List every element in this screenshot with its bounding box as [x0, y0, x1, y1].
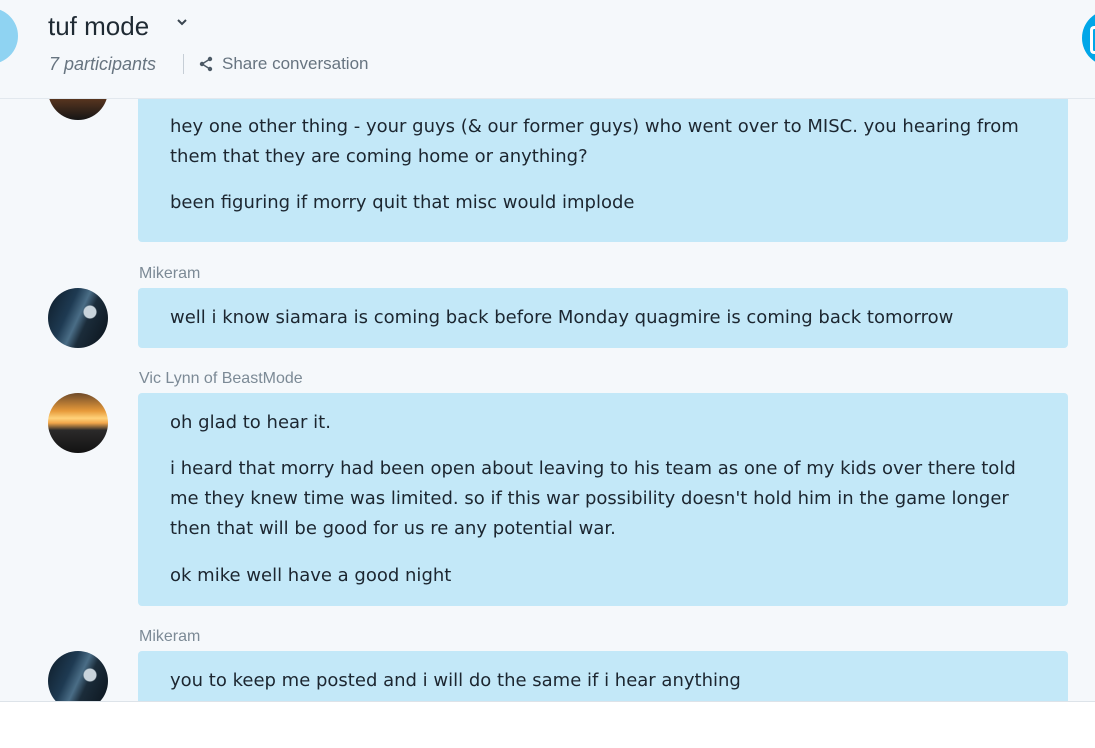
- sender-name: Mikeram: [139, 628, 201, 645]
- sender-avatar[interactable]: [48, 288, 108, 348]
- composer-area[interactable]: [0, 701, 1095, 748]
- conversation-title[interactable]: tuf mode: [48, 10, 149, 42]
- conversation-header: tuf mode 7 participants Share conversati…: [0, 0, 1095, 99]
- message-bubble: oh glad to hear it. i heard that morry h…: [138, 393, 1068, 606]
- message-text: well i know siamara is coming back befor…: [170, 307, 954, 328]
- message-bubble: hey one other thing - your guys (& our f…: [138, 98, 1068, 242]
- header-divider: [183, 54, 184, 74]
- message-text: hey one other thing - your guys (& our f…: [170, 116, 1019, 167]
- share-conversation-label: Share conversation: [222, 54, 369, 73]
- chat-window: hey one other thing - your guys (& our f…: [0, 0, 1095, 748]
- message-bubble: you to keep me posted and i will do the …: [138, 651, 1068, 701]
- sender-name: Mikeram: [139, 265, 201, 282]
- message-text: oh glad to hear it.: [170, 412, 331, 433]
- group-avatar[interactable]: [0, 8, 18, 64]
- share-icon: [199, 56, 213, 72]
- share-conversation-button[interactable]: Share conversation: [198, 52, 368, 76]
- sender-avatar[interactable]: [48, 651, 108, 701]
- message-text: ok mike well have a good night: [170, 565, 452, 586]
- sender-avatar[interactable]: [48, 393, 108, 453]
- profile-avatar[interactable]: [1082, 10, 1095, 66]
- chevron-down-icon[interactable]: [176, 16, 188, 28]
- participants-link[interactable]: 7 participants: [49, 52, 156, 76]
- sender-name: Vic Lynn of BeastMode: [139, 370, 303, 387]
- message-text: you to keep me posted and i will do the …: [170, 670, 741, 691]
- message-list[interactable]: hey one other thing - your guys (& our f…: [0, 98, 1095, 701]
- message-bubble: well i know siamara is coming back befor…: [138, 288, 1068, 348]
- message-text: i heard that morry had been open about l…: [170, 458, 1016, 539]
- sender-avatar[interactable]: [48, 98, 108, 120]
- message-text: been figuring if morry quit that misc wo…: [170, 192, 635, 213]
